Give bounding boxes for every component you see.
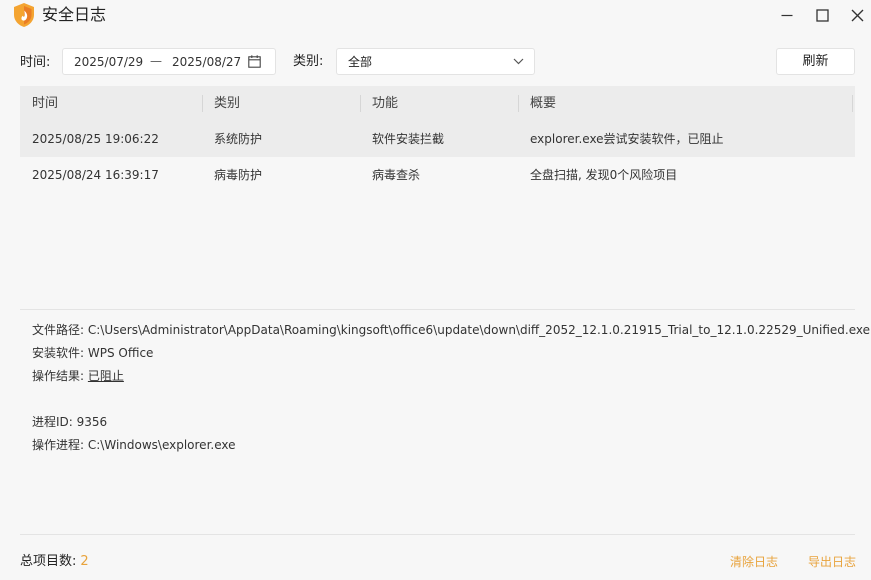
- cell-time: 2025/08/24 16:39:17: [32, 168, 159, 182]
- category-select[interactable]: 全部: [336, 48, 535, 75]
- file-path-value: C:\Users\Administrator\AppData\Roaming\k…: [87, 323, 870, 337]
- maximize-button[interactable]: [805, 0, 839, 30]
- pid-value: 9356: [76, 415, 108, 429]
- column-divider[interactable]: [202, 95, 203, 112]
- column-divider[interactable]: [360, 95, 361, 112]
- column-divider[interactable]: [518, 95, 519, 112]
- detail-label: 文件路径:: [32, 323, 85, 337]
- cell-summary: 全盘扫描, 发现0个风险项目: [530, 168, 678, 182]
- close-button[interactable]: [840, 0, 871, 30]
- result-value: 已阻止: [87, 369, 124, 383]
- refresh-button[interactable]: 刷新: [776, 48, 855, 75]
- chevron-down-icon: [513, 58, 524, 65]
- window-title: 安全日志: [42, 5, 107, 24]
- detail-label: 安装软件:: [32, 346, 85, 360]
- detail-result: 操作结果: 已阻止: [32, 365, 852, 388]
- cell-function: 病毒查杀: [372, 168, 421, 182]
- footer-divider: [20, 534, 855, 535]
- column-header-function[interactable]: 功能: [372, 86, 398, 121]
- cell-category: 系统防护: [214, 132, 263, 146]
- cell-category: 病毒防护: [214, 168, 263, 182]
- detail-pid: 进程ID: 9356: [32, 411, 852, 434]
- table-row[interactable]: 2025/08/24 16:39:17 病毒防护 病毒查杀 全盘扫描, 发现0个…: [20, 157, 855, 193]
- date-end[interactable]: 2025/08/27: [172, 53, 241, 71]
- table-row[interactable]: 2025/08/25 19:06:22 系统防护 软件安装拦截 explorer…: [20, 121, 855, 157]
- cell-summary: explorer.exe尝试安装软件，已阻止: [530, 132, 724, 146]
- category-select-value: 全部: [348, 55, 373, 69]
- flame-shield-icon: [14, 3, 34, 27]
- date-range-picker[interactable]: 2025/07/29 — 2025/08/27: [62, 48, 276, 75]
- column-header-time[interactable]: 时间: [32, 86, 58, 121]
- detail-label: 操作进程:: [32, 438, 85, 452]
- column-header-category[interactable]: 类别: [214, 86, 240, 121]
- maximize-icon: [815, 8, 829, 22]
- export-log-link[interactable]: 导出日志: [808, 553, 856, 571]
- category-filter-label: 类别:: [293, 54, 324, 69]
- close-icon: [851, 9, 863, 21]
- total-items-count: 2: [80, 554, 89, 569]
- cell-function: 软件安装拦截: [372, 132, 445, 146]
- software-value: WPS Office: [87, 346, 154, 360]
- column-divider[interactable]: [852, 95, 853, 112]
- total-items-label: 总项目数:: [20, 554, 77, 569]
- time-filter-label: 时间:: [20, 55, 51, 70]
- date-start[interactable]: 2025/07/29: [74, 53, 143, 71]
- log-table: 时间 类别 功能 概要 2025/08/25 19:06:22 系统防护 软件安…: [20, 86, 855, 193]
- detail-panel: 文件路径: C:\Users\Administrator\AppData\Roa…: [32, 319, 870, 457]
- title-bar: 安全日志: [0, 0, 871, 30]
- clear-log-link[interactable]: 清除日志: [730, 553, 778, 571]
- detail-process: 操作进程: C:\Windows\explorer.exe: [32, 434, 852, 457]
- detail-file-path: 文件路径: C:\Users\Administrator\AppData\Roa…: [32, 319, 870, 342]
- minimize-icon: [781, 14, 793, 17]
- detail-software: 安装软件: WPS Office: [32, 342, 852, 365]
- detail-label: 进程ID:: [32, 415, 73, 429]
- detail-spacer: [32, 388, 852, 411]
- calendar-icon[interactable]: [248, 55, 261, 68]
- date-separator: —: [150, 54, 162, 68]
- detail-label: 操作结果:: [32, 369, 85, 383]
- table-header: 时间 类别 功能 概要: [20, 86, 855, 121]
- detail-divider: [20, 309, 855, 310]
- process-value: C:\Windows\explorer.exe: [87, 438, 236, 452]
- cell-time: 2025/08/25 19:06:22: [32, 132, 159, 146]
- column-header-summary[interactable]: 概要: [530, 86, 556, 121]
- minimize-button[interactable]: [770, 0, 804, 30]
- total-items: 总项目数: 2: [20, 553, 89, 571]
